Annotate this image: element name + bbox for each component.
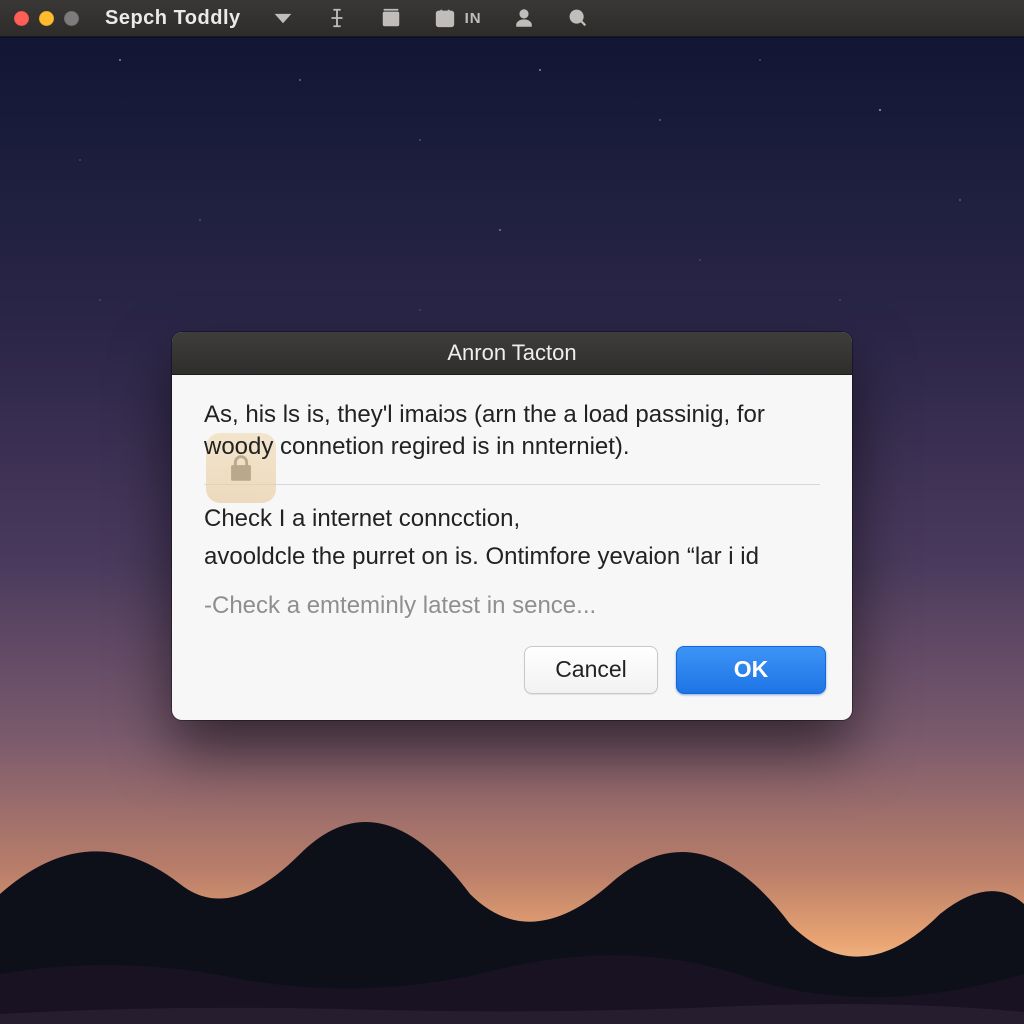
minimize-window-button[interactable] [39,11,54,26]
window-controls [14,11,79,26]
calendar-icon[interactable] [433,6,457,30]
cancel-button[interactable]: Cancel [524,646,658,694]
menubar: Sepch Toddly IN [0,0,1024,37]
text-cursor-icon[interactable] [325,6,349,30]
dialog-primary-text: As, his ls is, they'l imaiɔs (arn the a … [204,399,820,464]
chevron-down-icon[interactable] [271,6,295,30]
dialog-buttons: Cancel OK [172,636,852,720]
zoom-window-button[interactable] [64,11,79,26]
dialog-title: Anron Tacton [447,340,576,366]
close-window-button[interactable] [14,11,29,26]
dialog-secondary-line: Check I a internet connсction, [204,503,820,535]
menubar-icons: IN [271,6,590,30]
calendar-badge: IN [465,10,482,27]
dialog-secondary-line: avooldcle the purret on is. Ontimfore ye… [204,541,820,573]
app-name: Sepch Toddly [105,7,241,30]
user-icon[interactable] [512,6,536,30]
dialog-tail-text: -Check a emteminly latest in sence... [204,590,820,622]
alert-dialog: Anron Tacton As, his ls is, they'l imaiɔ… [172,332,852,720]
search-icon[interactable] [566,6,590,30]
dialog-titlebar[interactable]: Anron Tacton [172,332,852,375]
dialog-secondary: Check I a internet connсction, avooldcle… [204,503,820,574]
dialog-primary: As, his ls is, they'l imaiɔs (arn the a … [204,399,820,485]
ok-button[interactable]: OK [676,646,826,694]
align-box-icon[interactable] [379,6,403,30]
dialog-body: As, his ls is, they'l imaiɔs (arn the a … [172,375,852,636]
wallpaper-mountains [0,744,1024,1024]
